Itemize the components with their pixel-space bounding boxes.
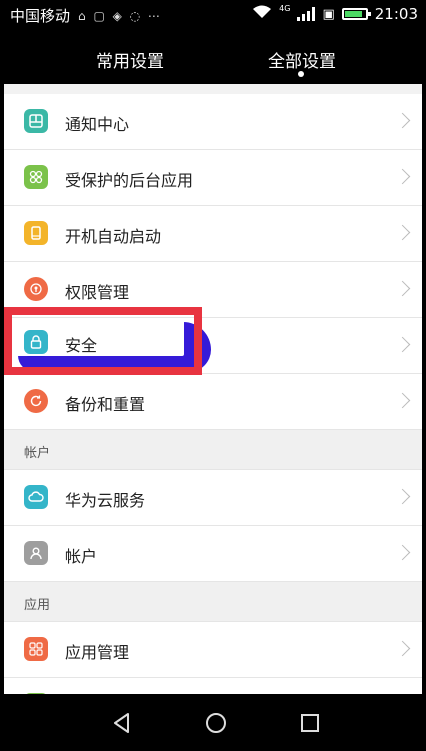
notification-icons: ⌂ ▢ ◈ ◌ ⋯ xyxy=(78,8,162,23)
selected-tab-indicator xyxy=(298,71,304,77)
item-label: 帐户 xyxy=(65,547,98,566)
chevron-right-icon xyxy=(394,336,411,353)
list-item-huawei-cloud[interactable]: 华为云服务 xyxy=(4,470,422,526)
settings-list: 通知中心 受保护的后台应用 开机自动启动 权限管理 安全 备份和重置 xyxy=(4,84,422,694)
list-item-partial[interactable] xyxy=(4,678,422,694)
section-title: 帐户 xyxy=(24,446,51,461)
list-item-permissions[interactable]: 权限管理 xyxy=(4,262,422,318)
item-label: 通知中心 xyxy=(65,115,130,134)
backup-icon xyxy=(24,389,48,413)
item-label: 应用管理 xyxy=(65,643,130,662)
chevron-right-icon xyxy=(394,280,411,297)
chevron-right-icon xyxy=(394,640,411,657)
tab-common-settings[interactable]: 常用设置 xyxy=(96,47,164,72)
back-button[interactable] xyxy=(110,711,134,735)
recent-apps-button[interactable] xyxy=(298,711,322,735)
permission-icon xyxy=(24,277,48,301)
list-item-autostart[interactable]: 开机自动启动 xyxy=(4,206,422,262)
protected-apps-icon xyxy=(24,165,48,189)
status-right: 4G ▣ 21:03 xyxy=(252,3,418,23)
chevron-right-icon xyxy=(394,168,411,185)
item-label: 受保护的后台应用 xyxy=(65,171,194,190)
item-label: 开机自动启动 xyxy=(65,227,162,246)
item-label: 权限管理 xyxy=(65,283,130,302)
home-button[interactable] xyxy=(204,711,228,735)
navigation-bar xyxy=(0,694,426,751)
signal-icon xyxy=(297,7,316,21)
sim-icon: ▣ xyxy=(322,6,335,22)
cloud-icon xyxy=(24,485,48,509)
chevron-right-icon xyxy=(394,224,411,241)
account-icon xyxy=(24,541,48,565)
item-label: 华为云服务 xyxy=(65,491,146,510)
list-item-protected-apps[interactable]: 受保护的后台应用 xyxy=(4,150,422,206)
notification-icon xyxy=(24,109,48,133)
apps-icon xyxy=(24,637,48,661)
chevron-right-icon xyxy=(394,544,411,561)
chevron-right-icon xyxy=(394,488,411,505)
settings-tabs: 常用设置 全部设置 xyxy=(0,30,426,84)
section-header-apps: 应用 xyxy=(4,582,422,622)
lock-icon xyxy=(24,330,48,354)
section-title: 应用 xyxy=(24,598,51,613)
autostart-icon xyxy=(24,221,48,245)
list-spacer xyxy=(4,84,422,94)
network-type: 4G xyxy=(279,3,291,13)
status-bar: 中国移动 ⌂ ▢ ◈ ◌ ⋯ 4G ▣ 21:03 xyxy=(0,0,426,30)
list-item-backup-reset[interactable]: 备份和重置 xyxy=(4,374,422,430)
status-left: 中国移动 ⌂ ▢ ◈ ◌ ⋯ xyxy=(10,5,162,26)
item-label: 备份和重置 xyxy=(65,395,146,414)
list-item-notification-center[interactable]: 通知中心 xyxy=(4,94,422,150)
clock: 21:03 xyxy=(374,5,418,23)
chevron-right-icon xyxy=(394,112,411,129)
section-header-account: 帐户 xyxy=(4,430,422,470)
tab-all-settings[interactable]: 全部设置 xyxy=(268,47,336,72)
chevron-right-icon xyxy=(394,392,411,409)
security-label-overlay: 安全 xyxy=(65,336,98,355)
list-item-account[interactable]: 帐户 xyxy=(4,526,422,582)
list-item-app-management[interactable]: 应用管理 xyxy=(4,622,422,678)
carrier-label: 中国移动 xyxy=(10,7,71,25)
wifi-icon xyxy=(252,5,272,23)
battery-icon xyxy=(341,8,371,20)
